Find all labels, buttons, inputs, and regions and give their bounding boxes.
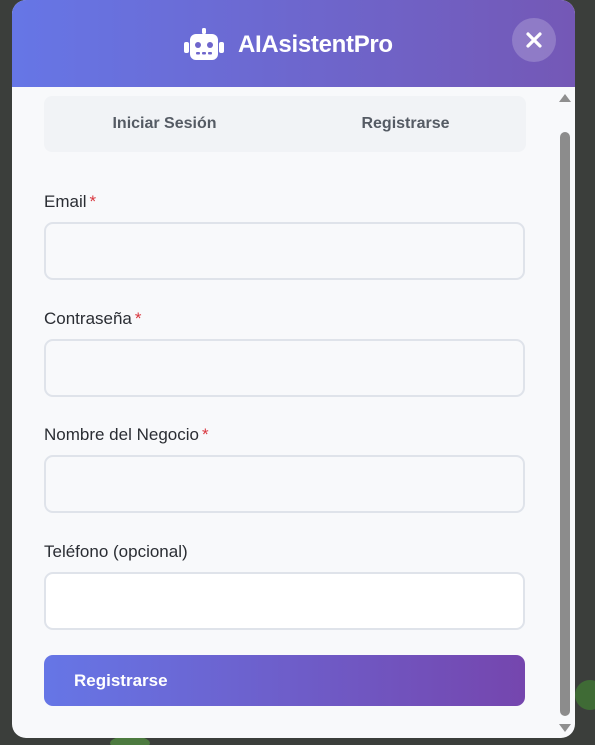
password-label: Contraseña * [44,309,142,329]
tab-login[interactable]: Iniciar Sesión [44,96,285,152]
email-label-text: Email [44,192,87,211]
auth-tabs: Iniciar Sesión Registrarse [44,96,526,152]
required-marker: * [89,192,97,211]
password-field[interactable] [44,339,525,397]
brand: AIAsistentPro [184,27,393,63]
required-marker: * [201,425,209,444]
required-marker: * [134,309,142,328]
tab-register[interactable]: Registrarse [285,96,526,152]
scroll-up-arrow-icon[interactable] [559,94,571,102]
phone-label-text: Teléfono (opcional) [44,542,188,561]
phone-label: Teléfono (opcional) [44,542,188,562]
register-button[interactable]: Registrarse [44,655,525,706]
password-label-text: Contraseña [44,309,132,328]
scroll-down-arrow-icon[interactable] [559,724,571,732]
close-icon [526,32,542,48]
email-field[interactable] [44,222,525,280]
business-name-label-text: Nombre del Negocio [44,425,199,444]
auth-modal: AIAsistentPro Iniciar Sesión Registrarse… [12,0,575,738]
robot-icon [184,28,224,60]
close-button[interactable] [512,18,556,62]
scrollbar-thumb[interactable] [560,132,570,716]
business-name-label: Nombre del Negocio * [44,425,209,445]
phone-field[interactable] [44,572,525,630]
business-name-field[interactable] [44,455,525,513]
modal-header: AIAsistentPro [12,0,575,87]
app-title: AIAsistentPro [238,31,393,58]
background-blur [575,680,595,710]
email-label: Email * [44,192,96,212]
